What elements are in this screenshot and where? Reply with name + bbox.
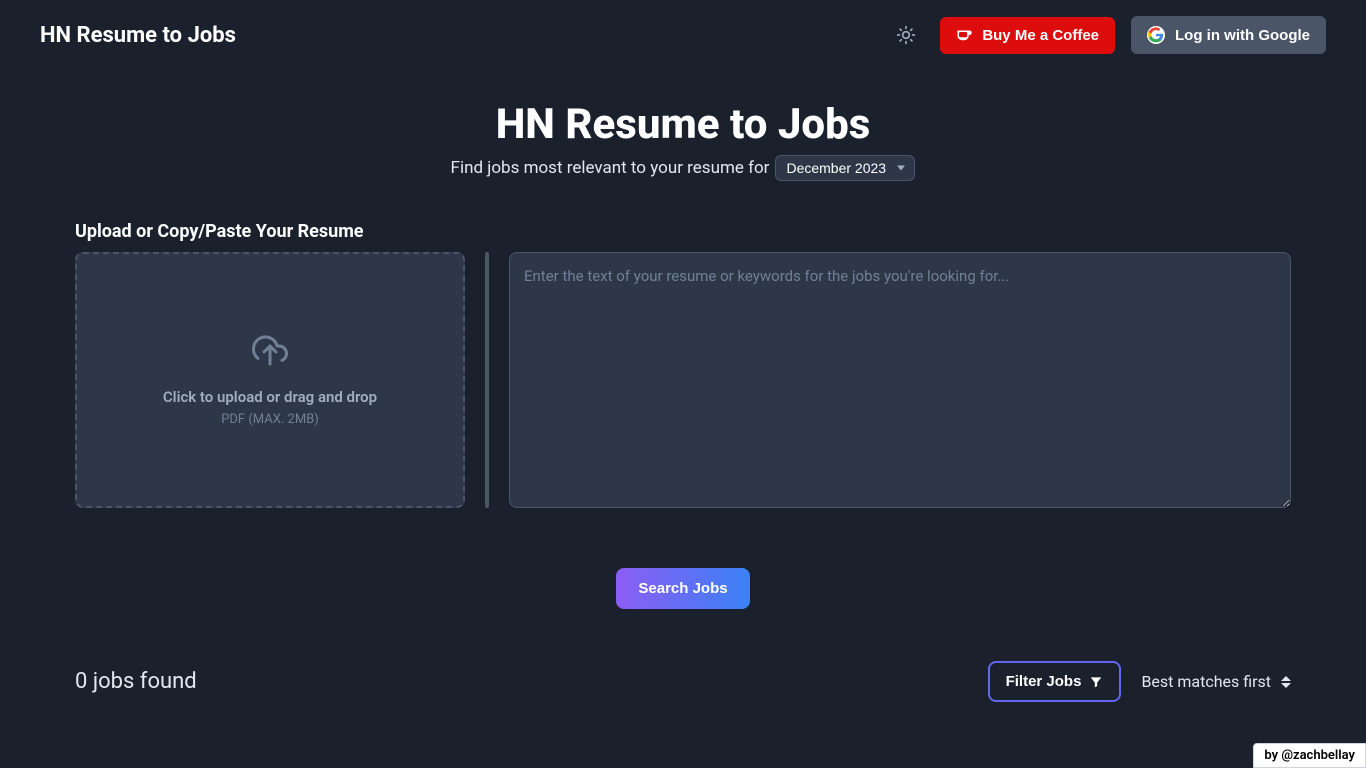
month-select[interactable]: December 2023 — [775, 155, 915, 181]
filter-jobs-button[interactable]: Filter Jobs — [988, 661, 1122, 702]
coffee-icon — [956, 28, 974, 42]
buy-coffee-label: Buy Me a Coffee — [982, 27, 1099, 44]
page-title: HN Resume to Jobs — [75, 100, 1291, 149]
sort-label-text: Best matches first — [1141, 672, 1271, 691]
dropzone-primary-text: Click to upload or drag and drop — [163, 388, 377, 406]
resume-dropzone[interactable]: Click to upload or drag and drop PDF (MA… — [75, 252, 465, 508]
sort-dropdown[interactable]: Best matches first — [1141, 672, 1291, 691]
upload-section-heading: Upload or Copy/Paste Your Resume — [75, 221, 1291, 242]
search-jobs-button[interactable]: Search Jobs — [616, 568, 749, 609]
cloud-upload-icon — [252, 334, 288, 370]
google-login-button[interactable]: Log in with Google — [1131, 16, 1326, 54]
app-logo[interactable]: HN Resume to Jobs — [40, 23, 236, 48]
google-login-label: Log in with Google — [1175, 27, 1310, 44]
sun-icon — [896, 25, 916, 45]
theme-toggle-button[interactable] — [888, 17, 924, 53]
buy-coffee-button[interactable]: Buy Me a Coffee — [940, 17, 1115, 54]
page-subtitle: Find jobs most relevant to your resume f… — [451, 158, 770, 178]
dropzone-secondary-text: PDF (MAX. 2MB) — [221, 412, 319, 427]
credit-badge[interactable]: by @zachbellay — [1253, 743, 1366, 768]
google-icon — [1147, 26, 1165, 44]
vertical-divider — [485, 252, 489, 508]
resume-textarea[interactable] — [509, 252, 1291, 508]
filter-icon — [1089, 675, 1103, 689]
sort-arrows-icon — [1281, 676, 1291, 688]
results-count: 0 jobs found — [75, 669, 197, 694]
filter-jobs-label: Filter Jobs — [1006, 673, 1082, 690]
